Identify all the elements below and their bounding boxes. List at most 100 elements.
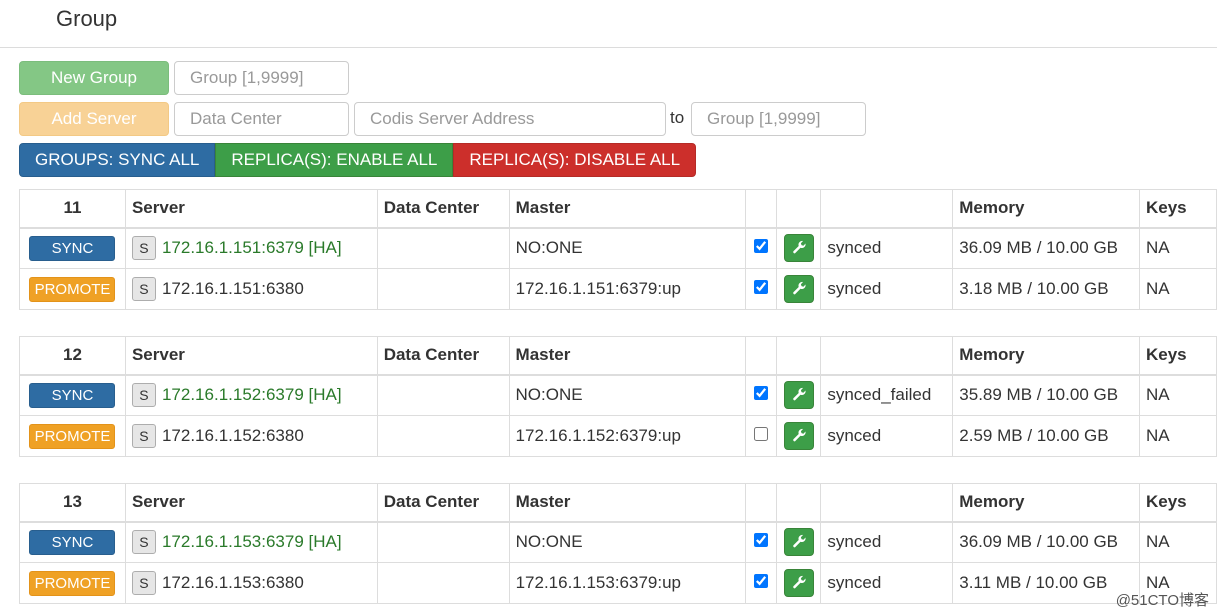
group-header-row: 13 Server Data Center Master Memory Keys <box>19 483 1217 523</box>
column-header-blank <box>745 483 778 523</box>
server-stats-button[interactable]: S <box>131 424 156 448</box>
column-header-keys: Keys <box>1138 189 1217 229</box>
replica-checkbox[interactable] <box>754 386 769 401</box>
column-header-blank <box>820 189 954 229</box>
replica-checkbox[interactable] <box>754 239 769 254</box>
server-address: 172.16.1.151:6379 [HA] <box>161 238 342 258</box>
server-address: 172.16.1.151:6380 <box>161 279 304 298</box>
column-header-blank <box>745 189 778 229</box>
column-header-blank <box>776 483 822 523</box>
server-address: 172.16.1.152:6379 [HA] <box>161 385 342 405</box>
wrench-icon[interactable] <box>783 381 814 410</box>
column-header-blank <box>776 336 822 376</box>
wrench-icon[interactable] <box>783 234 814 263</box>
data-center-cell <box>376 562 510 604</box>
keys-count: NA <box>1138 227 1217 269</box>
replica-checkbox[interactable] <box>754 533 769 548</box>
to-label: to <box>670 108 685 127</box>
column-header-data-center: Data Center <box>376 189 510 229</box>
replica-checkbox[interactable] <box>754 280 769 294</box>
group-table: 13 Server Data Center Master Memory Keys SYNC S… <box>19 483 1217 604</box>
column-header-blank <box>776 189 822 229</box>
disable-all-replicas-button[interactable]: REPLICA(S): DISABLE ALL <box>453 143 697 177</box>
keys-count: NA <box>1139 415 1217 457</box>
table-row: PROMOTE S 172.16.1.151:6380 172.16.1.151:63… <box>19 268 1217 310</box>
master-cell: NO:ONE <box>508 227 747 269</box>
memory-usage: 3.11 MB / 10.00 GB <box>952 562 1140 604</box>
memory-usage: 36.09 MB / 10.00 GB <box>952 227 1140 269</box>
data-center-input[interactable] <box>174 102 349 136</box>
sync-status: synced <box>820 227 954 269</box>
column-header-master: Master <box>508 336 747 376</box>
group-table: 12 Server Data Center Master Memory Keys SYNC S… <box>19 336 1217 457</box>
sync-button[interactable]: SYNC <box>29 382 116 408</box>
server-address: 172.16.1.153:6379 [HA] <box>161 532 342 552</box>
column-header-memory: Memory <box>952 189 1140 229</box>
sync-status: synced_failed <box>820 374 954 416</box>
server-stats-button[interactable]: S <box>131 571 156 595</box>
table-row: PROMOTE S 172.16.1.153:6380 172.16.1.153:63… <box>19 562 1217 604</box>
wrench-icon[interactable] <box>783 528 814 557</box>
memory-usage: 2.59 MB / 10.00 GB <box>952 415 1140 457</box>
sync-status: synced <box>820 268 954 310</box>
group-id: 11 <box>19 189 126 229</box>
server-stats-button[interactable]: S <box>131 236 156 261</box>
title-divider <box>0 47 1217 48</box>
table-row: SYNC S 172.16.1.151:6379 [HA] NO:ONE synced 3… <box>19 227 1217 269</box>
column-header-server: Server <box>124 189 378 229</box>
master-cell: 172.16.1.153:6379:up <box>508 562 747 604</box>
column-header-data-center: Data Center <box>376 483 510 523</box>
data-center-cell <box>376 268 510 310</box>
server-address: 172.16.1.152:6380 <box>161 426 304 445</box>
group-id-input[interactable] <box>174 61 349 95</box>
sync-button[interactable]: SYNC <box>29 529 116 555</box>
replica-checkbox[interactable] <box>754 427 769 441</box>
data-center-cell <box>376 521 510 563</box>
bulk-action-bar: GROUPS: SYNC ALL REPLICA(S): ENABLE ALL … <box>19 143 697 177</box>
column-header-server: Server <box>124 336 378 376</box>
group-id: 13 <box>19 483 126 523</box>
enable-all-replicas-button[interactable]: REPLICA(S): ENABLE ALL <box>215 143 454 177</box>
memory-usage: 35.89 MB / 10.00 GB <box>952 374 1140 416</box>
server-address: 172.16.1.153:6380 <box>161 573 304 592</box>
column-header-blank <box>820 336 954 376</box>
server-stats-button[interactable]: S <box>131 277 156 301</box>
group-header-row: 12 Server Data Center Master Memory Keys <box>19 336 1217 376</box>
server-address-input[interactable] <box>354 102 666 136</box>
watermark: @51CTO博客 <box>1115 592 1209 609</box>
column-header-memory: Memory <box>952 336 1140 376</box>
keys-count: NA <box>1139 374 1217 416</box>
wrench-icon[interactable] <box>783 569 814 597</box>
server-stats-button[interactable]: S <box>131 530 156 555</box>
group-id: 12 <box>19 336 126 376</box>
table-row: SYNC S 172.16.1.152:6379 [HA] NO:ONE synced_… <box>19 374 1217 416</box>
sync-status: synced <box>820 521 954 563</box>
add-server-button[interactable]: Add Server <box>19 102 169 136</box>
column-header-master: Master <box>508 189 747 229</box>
new-group-button[interactable]: New Group <box>19 61 169 95</box>
column-header-data-center: Data Center <box>376 336 510 376</box>
sync-all-button[interactable]: GROUPS: SYNC ALL <box>19 143 216 177</box>
column-header-keys: Keys <box>1138 483 1217 523</box>
sync-button[interactable]: SYNC <box>29 235 116 261</box>
wrench-icon[interactable] <box>783 422 814 450</box>
column-header-keys: Keys <box>1139 336 1217 376</box>
keys-count: NA <box>1138 268 1217 310</box>
column-header-server: Server <box>124 483 378 523</box>
keys-count: NA <box>1138 521 1217 563</box>
replica-checkbox[interactable] <box>754 574 769 588</box>
promote-button[interactable]: PROMOTE <box>29 276 116 302</box>
wrench-icon[interactable] <box>783 275 814 303</box>
table-row: SYNC S 172.16.1.153:6379 [HA] NO:ONE synced 3… <box>19 521 1217 563</box>
target-group-input[interactable] <box>691 102 866 136</box>
promote-button[interactable]: PROMOTE <box>29 423 116 449</box>
promote-button[interactable]: PROMOTE <box>29 570 116 596</box>
page-title: Group <box>56 6 118 31</box>
memory-usage: 3.18 MB / 10.00 GB <box>952 268 1140 310</box>
table-row: PROMOTE S 172.16.1.152:6380 172.16.1.152:63… <box>19 415 1217 457</box>
group-header-row: 11 Server Data Center Master Memory Keys <box>19 189 1217 229</box>
data-center-cell <box>376 415 510 457</box>
server-stats-button[interactable]: S <box>131 383 156 408</box>
column-header-master: Master <box>508 483 747 523</box>
sync-status: synced <box>820 562 954 604</box>
